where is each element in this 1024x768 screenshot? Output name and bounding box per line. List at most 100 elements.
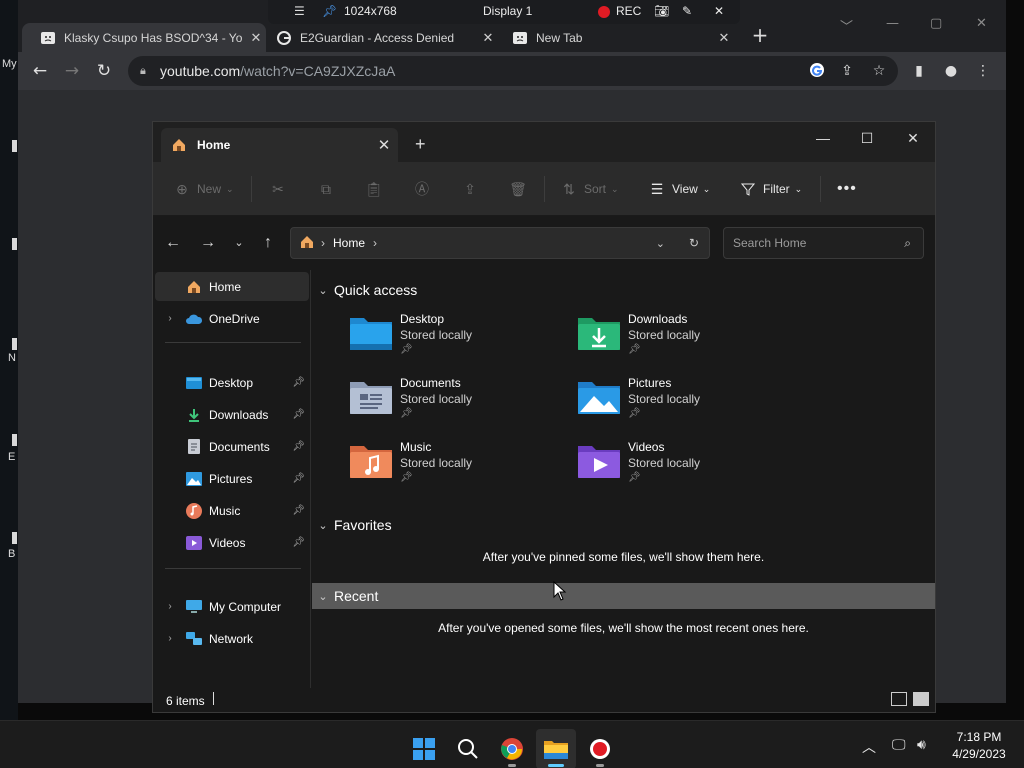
maximize-icon[interactable]: ☐ [857,130,877,147]
browser-tab-newtab[interactable]: New Tab ✕ [494,23,734,52]
tiles-view-icon[interactable] [913,692,929,706]
search-input[interactable]: Search Home ⌕ [723,227,924,259]
close-tab-icon[interactable]: ✕ [714,30,734,46]
paste-button[interactable]: 📋︎ [365,180,389,198]
volume-icon[interactable]: 🔊︎ [917,737,926,753]
up-arrow-icon[interactable]: ↑ [258,234,278,252]
camera-icon[interactable]: 📷︎ [654,4,669,18]
quick-access-item-videos[interactable]: Videos Stored locally 📌︎ [576,438,776,494]
nav-item-my-computer[interactable]: › My Computer [155,592,309,621]
quick-access-item-pictures[interactable]: Pictures Stored locally 📌︎ [576,374,776,430]
details-view-icon[interactable] [891,692,907,706]
taskbar-app-chrome[interactable] [492,729,532,768]
pin-icon[interactable]: 📌︎ [292,409,305,420]
nav-item-videos[interactable]: Videos 📌︎ [155,528,309,557]
menu-icon[interactable]: ☰ [294,4,305,18]
favorites-header[interactable]: ⌄ Favorites [312,512,935,538]
nav-item-documents[interactable]: Documents 📌︎ [155,432,309,461]
explorer-tab-home[interactable]: Home ✕ [161,128,398,162]
delete-button[interactable]: 🗑︎ [509,180,533,198]
copy-button[interactable]: ⧉ [317,180,341,198]
close-window-icon[interactable]: ✕ [903,130,923,147]
pin-icon[interactable]: 📌︎ [292,441,305,452]
view-button[interactable]: ☰ View ⌄ [648,180,711,198]
desktop-icon[interactable] [12,140,17,152]
back-arrow-icon[interactable]: ← [163,234,183,252]
pin-icon[interactable]: 📌︎ [292,473,305,484]
see-more-button[interactable]: ••• [837,180,857,198]
side-panel-icon[interactable]: ▮ [910,62,928,80]
address-bar[interactable]: › Home › ⌄ ↻ [290,227,710,259]
browser-tab-e2guardian[interactable]: E2Guardian - Access Denied ✕ [258,23,498,52]
quick-access-item-downloads[interactable]: Downloads Stored locally 📌︎ [576,310,776,366]
minimize-icon[interactable]: — [813,130,833,146]
recent-header[interactable]: ⌄ Recent [312,583,935,609]
quick-access-header[interactable]: ⌄ Quick access [312,277,935,303]
nav-item-music[interactable]: Music 📌︎ [155,496,309,525]
nav-item-network[interactable]: › Network [155,624,309,653]
desktop-icon[interactable] [12,238,17,250]
search-button[interactable] [448,729,488,768]
menu-kebab-icon[interactable]: ⋮ [974,62,992,80]
nav-item-onedrive[interactable]: › OneDrive [155,304,309,333]
new-button[interactable]: ⊕ New ⌄ [173,180,233,198]
pin-icon[interactable]: 📌︎ [322,4,337,18]
quick-access-item-documents[interactable]: Documents Stored locally 📌︎ [348,374,548,430]
record-dot-icon[interactable] [598,6,610,18]
new-tab-icon[interactable]: + [415,134,426,155]
refresh-icon[interactable]: ↻ [689,236,699,250]
forward-arrow-icon[interactable]: → [62,61,82,81]
quick-access-item-music[interactable]: Music Stored locally 📌︎ [348,438,548,494]
filter-button[interactable]: Filter ⌄ [739,180,802,198]
bookmark-star-icon[interactable]: ☆ [870,62,888,80]
expand-chevron-icon[interactable]: › [159,601,181,612]
pin-icon[interactable]: 📌︎ [292,537,305,548]
expand-chevron-icon[interactable]: › [159,313,181,324]
taskbar-app-recorder[interactable] [580,729,620,768]
close-window-icon[interactable]: ✕ [976,16,987,31]
clock[interactable]: 7:18 PM 4/29/2023 [944,729,1014,763]
address-bar[interactable]: 🔒︎ youtube.com/watch?v=CA9ZJXZcJaA [128,56,898,86]
pen-icon[interactable]: ✎ [682,4,692,18]
cut-button[interactable]: ✂ [269,180,293,198]
google-lens-icon[interactable] [808,62,826,80]
pin-icon[interactable]: 📌︎ [292,505,305,516]
breadcrumb-home[interactable]: Home [333,236,365,250]
rename-button[interactable]: Ⓐ [413,180,437,198]
pin-icon[interactable]: 📌︎ [292,377,305,388]
maximize-icon[interactable]: ▢ [930,16,942,31]
expand-chevron-icon[interactable]: › [159,633,181,644]
desktop-icon[interactable] [12,532,17,544]
show-hidden-icons-chevron-icon[interactable]: ︿ [862,737,876,757]
desktop-icon[interactable] [12,338,17,350]
taskbar-app-file-explorer[interactable] [536,729,576,768]
desktop-icon[interactable] [12,434,17,446]
minimize-icon[interactable]: — [886,16,899,31]
recent-locations-chevron-icon[interactable]: ⌄ [229,234,249,252]
close-icon[interactable]: ✕ [714,4,724,18]
address-dropdown-icon[interactable]: ⌄ [656,237,665,250]
browser-tab-youtube[interactable]: Klasky Csupo Has BSOD^34 - Yo ✕ [22,23,266,52]
sort-button[interactable]: ⇅ Sort ⌄ [560,180,618,198]
nav-item-downloads[interactable]: Downloads 📌︎ [155,400,309,429]
share-button[interactable]: ⇪ [461,180,485,198]
quick-access-item-desktop[interactable]: Desktop Stored locally 📌︎ [348,310,548,366]
forward-arrow-icon[interactable]: → [198,234,218,252]
pin-icon: 📌︎ [400,344,413,355]
new-tab-button[interactable]: + [748,24,772,48]
reload-icon[interactable]: ↻ [94,61,114,81]
breadcrumb-chevron-icon[interactable]: › [373,236,377,250]
close-tab-icon[interactable]: ✕ [370,136,398,154]
address-row: ← → ⌄ ↑ › Home › ⌄ ↻ Search Home ⌕ [153,216,935,270]
network-monitor-icon[interactable]: 🖵︎ [892,737,906,753]
tab-search-chevron-icon[interactable]: ﹀ [840,16,853,35]
back-arrow-icon[interactable]: ← [30,61,50,81]
start-button[interactable] [404,729,444,768]
nav-item-desktop[interactable]: Desktop 📌︎ [155,368,309,397]
rec-label[interactable]: REC [616,4,641,18]
profile-icon[interactable]: ● [942,62,960,80]
share-icon[interactable]: ⇪ [838,62,856,80]
nav-item-pictures[interactable]: Pictures 📌︎ [155,464,309,493]
music-folder-icon [348,442,394,480]
nav-item-home[interactable]: Home [155,272,309,301]
